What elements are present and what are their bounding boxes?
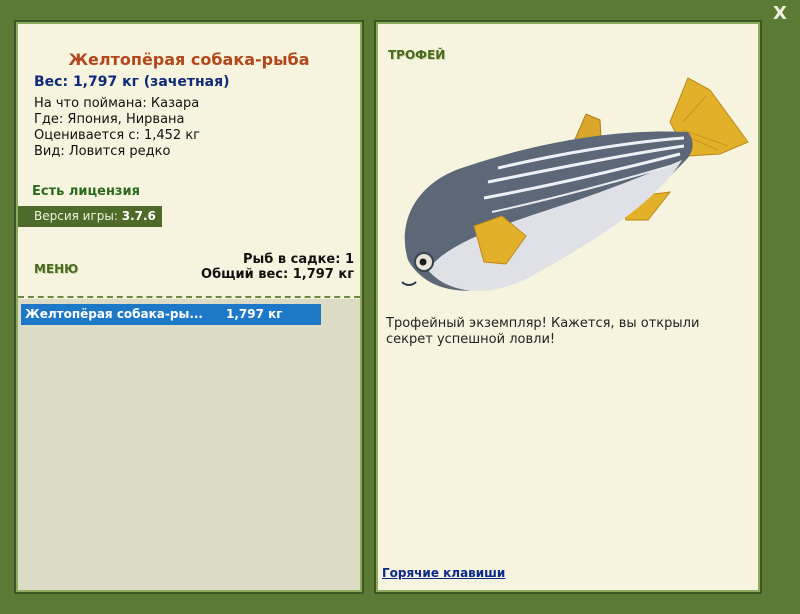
- list-item-name: Желтопёрая собака-ры...: [25, 307, 203, 321]
- net-stats: Рыб в садке: 1 Общий вес: 1,797 кг: [201, 252, 354, 282]
- caught-with-line: На что поймана: Казара: [34, 96, 200, 111]
- divider: [18, 296, 360, 298]
- hotkeys-link[interactable]: Горячие клавиши: [382, 566, 505, 580]
- pufferfish-image: [401, 77, 749, 291]
- rarity-line: Вид: Ловится редко: [34, 144, 171, 159]
- fish-in-net-count: Рыб в садке: 1: [242, 252, 354, 267]
- list-item[interactable]: Желтопёрая собака-ры... 1,797 кг: [21, 304, 321, 325]
- game-version-bar: Версия игры: 3.7.6: [18, 206, 162, 227]
- list-item-weight: 1,797 кг: [226, 307, 283, 321]
- close-icon[interactable]: X: [770, 4, 790, 24]
- license-status: Есть лицензия: [32, 184, 140, 199]
- menu-heading: МЕНЮ: [34, 262, 79, 276]
- trophy-panel: ТРОФЕЙ Трофейный экземпляр! Кажется, вы …: [374, 20, 762, 594]
- total-weight: Общий вес: 1,797 кг: [201, 267, 354, 282]
- catch-info-panel: Желтопёрая собака-рыба Вес: 1,797 кг (за…: [14, 20, 364, 594]
- version-label: Версия игры:: [34, 209, 118, 223]
- catch-list: Желтопёрая собака-ры... 1,797 кг: [18, 299, 360, 590]
- valued-from-line: Оценивается с: 1,452 кг: [34, 128, 201, 143]
- fish-name-title: Желтопёрая собака-рыба: [68, 50, 310, 69]
- trophy-description: Трофейный экземпляр! Кажется, вы открыли…: [386, 316, 700, 347]
- version-value: 3.7.6: [121, 209, 156, 223]
- fish-weight: Вес: 1,797 кг (зачетная): [34, 74, 230, 90]
- location-line: Где: Япония, Нирвана: [34, 112, 185, 127]
